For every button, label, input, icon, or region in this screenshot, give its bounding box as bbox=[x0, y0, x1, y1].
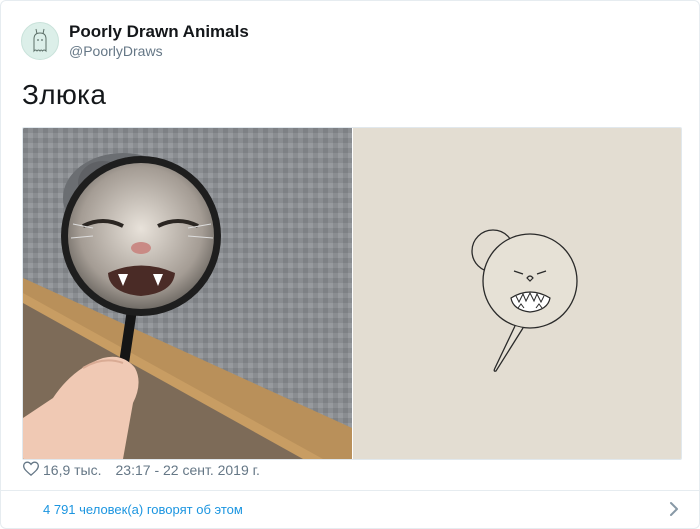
conversation-count[interactable]: 4 791 человек(а) говорят об этом bbox=[43, 502, 243, 517]
tweet-card: Poorly Drawn Animals @PoorlyDraws Злюка bbox=[0, 0, 700, 529]
author-names: Poorly Drawn Animals @PoorlyDraws bbox=[69, 22, 249, 60]
cat-magnifier-image bbox=[23, 128, 352, 459]
avatar[interactable] bbox=[21, 22, 59, 60]
tweet-timestamp[interactable]: 23:17 - 22 сент. 2019 г. bbox=[116, 462, 260, 478]
tweet-meta: 16,9 тыс. 23:17 - 22 сент. 2019 г. bbox=[22, 461, 260, 479]
author-display-name[interactable]: Poorly Drawn Animals bbox=[69, 22, 249, 42]
author-handle[interactable]: @PoorlyDraws bbox=[69, 43, 249, 60]
tweet-header: Poorly Drawn Animals @PoorlyDraws bbox=[21, 19, 249, 63]
conversation-link[interactable]: 4 791 человек(а) говорят об этом bbox=[1, 491, 699, 528]
photo-drawing[interactable] bbox=[351, 128, 681, 459]
heart-icon[interactable] bbox=[22, 461, 40, 479]
like-count[interactable]: 16,9 тыс. bbox=[43, 462, 102, 478]
photo-cat-magnifier[interactable] bbox=[23, 128, 352, 459]
chevron-right-icon[interactable] bbox=[669, 501, 679, 522]
tweet-text: Злюка bbox=[22, 79, 107, 110]
ghost-bunny-icon bbox=[33, 28, 47, 53]
tweet-media bbox=[22, 127, 682, 460]
angry-cat-drawing-image bbox=[352, 128, 681, 459]
